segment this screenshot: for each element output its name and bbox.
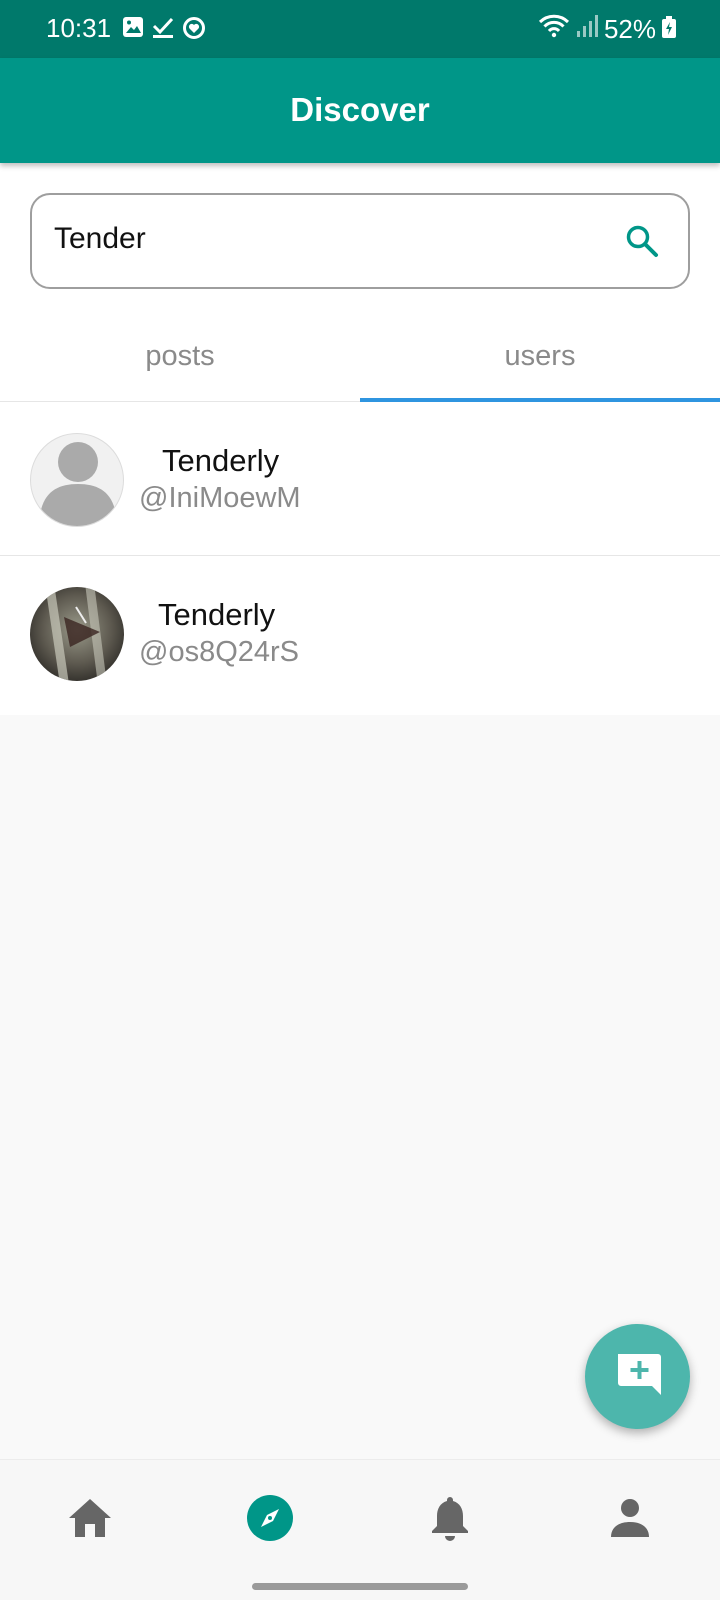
user-list-item[interactable]: Tenderly @IniMoewM (0, 403, 720, 556)
status-time: 10:31 (46, 13, 112, 43)
bell-icon (431, 1495, 469, 1546)
tab-bar: posts users (0, 308, 720, 402)
page-title: Discover (290, 91, 430, 128)
default-avatar[interactable] (30, 433, 124, 527)
check-icon (152, 16, 174, 40)
photo-avatar[interactable] (30, 587, 124, 681)
search-value[interactable]: Tender (54, 222, 146, 256)
person-icon (609, 1497, 651, 1544)
battery-percent: 52% (603, 14, 656, 44)
nav-home[interactable] (60, 1490, 120, 1550)
nav-notifications[interactable] (420, 1490, 480, 1550)
gesture-bar (252, 1583, 468, 1590)
nav-profile[interactable] (600, 1490, 660, 1550)
app-bar: Discover (0, 58, 720, 163)
user-list-item[interactable]: Tenderly @os8Q24rS (0, 557, 720, 710)
compass-icon (246, 1494, 294, 1547)
tab-indicator (360, 398, 720, 402)
nav-discover[interactable] (240, 1490, 300, 1550)
bottom-navigation (0, 1459, 720, 1600)
wifi-icon (538, 13, 570, 46)
discover-content: Tender posts users Tenderly @IniMoewM Te… (0, 163, 720, 715)
battery-charging-icon (662, 14, 676, 45)
tab-posts[interactable]: posts (0, 308, 360, 402)
user-name: Tenderly (158, 597, 276, 632)
heart-shield-icon (182, 16, 206, 40)
signal-icon (576, 14, 598, 45)
search-icon[interactable] (624, 223, 660, 264)
user-handle: @IniMoewM (139, 482, 301, 514)
search-input[interactable]: Tender (30, 193, 690, 289)
image-icon (122, 16, 144, 40)
notification-icons (122, 16, 206, 40)
add-comment-icon (612, 1348, 664, 1405)
add-comment-button[interactable] (585, 1324, 690, 1429)
user-name: Tenderly (162, 443, 280, 478)
home-icon (67, 1497, 113, 1544)
status-bar: 10:31 52% (0, 0, 720, 58)
user-handle: @os8Q24rS (139, 636, 300, 668)
tab-users[interactable]: users (360, 308, 720, 402)
status-right: 52% (538, 13, 676, 46)
